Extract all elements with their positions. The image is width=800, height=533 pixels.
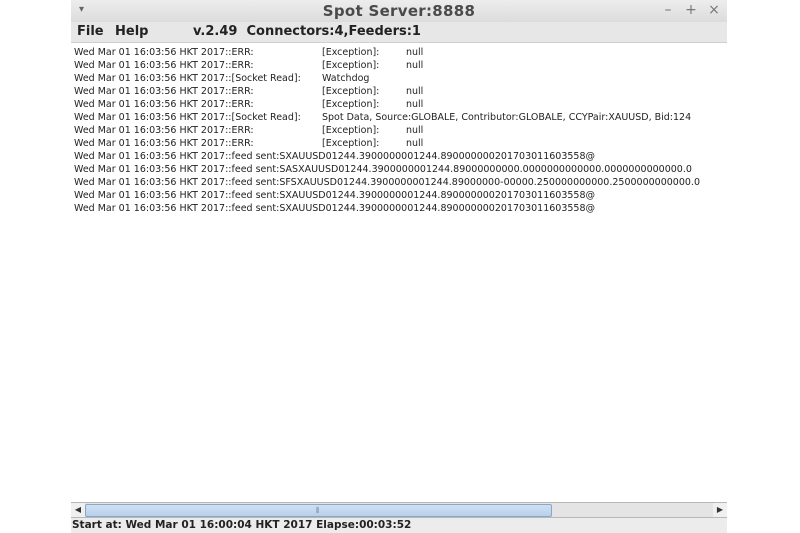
log-stamp: Wed Mar 01 16:03:56 HKT 2017::feed sent:… [74, 177, 700, 188]
scrollbar-grip-icon: ⦀ [316, 506, 319, 515]
scroll-right-arrow-icon[interactable]: ▶ [713, 503, 727, 517]
log-stamp: Wed Mar 01 16:03:56 HKT 2017::ERR: [74, 47, 254, 58]
maximize-icon[interactable]: + [682, 2, 700, 18]
title-bar[interactable]: ▾ Spot Server:8888 – + × [71, 0, 727, 23]
menu-file[interactable]: File [77, 24, 104, 39]
log-stamp: Wed Mar 01 16:03:56 HKT 2017::ERR: [74, 125, 254, 136]
log-output-area[interactable]: Wed Mar 01 16:03:56 HKT 2017::ERR: [Exce… [71, 44, 727, 502]
log-stamp: Wed Mar 01 16:03:56 HKT 2017::[Socket Re… [74, 73, 301, 84]
log-message: null [406, 86, 424, 97]
scrollbar-thumb[interactable]: ⦀ [85, 504, 552, 517]
log-stamp: Wed Mar 01 16:03:56 HKT 2017::feed sent:… [74, 164, 692, 175]
log-message: null [406, 99, 424, 110]
log-message: null [406, 125, 424, 136]
log-stamp: Wed Mar 01 16:03:56 HKT 2017::ERR: [74, 138, 254, 149]
minimize-icon[interactable]: – [659, 2, 677, 18]
log-type: [Exception]: [322, 99, 380, 110]
status-text: Start at: Wed Mar 01 16:00:04 HKT 2017 E… [72, 519, 412, 531]
log-message: null [406, 47, 424, 58]
spot-server-window: ▾ Spot Server:8888 – + × File Help v.2.4… [71, 0, 727, 533]
log-type: [Exception]: [322, 60, 380, 71]
log-type: Watchdog [322, 73, 370, 84]
close-icon[interactable]: × [705, 2, 723, 18]
log-stamp: Wed Mar 01 16:03:56 HKT 2017::[Socket Re… [74, 112, 301, 123]
log-message: null [406, 138, 424, 149]
log-message: null [406, 60, 424, 71]
log-stamp: Wed Mar 01 16:03:56 HKT 2017::ERR: [74, 99, 254, 110]
log-stamp: Wed Mar 01 16:03:56 HKT 2017::feed sent:… [74, 151, 596, 162]
status-bar: Start at: Wed Mar 01 16:00:04 HKT 2017 E… [71, 518, 727, 533]
log-stamp: Wed Mar 01 16:03:56 HKT 2017::ERR: [74, 86, 254, 97]
log-type: Spot Data, Source:GLOBALE, Contributor:G… [322, 112, 692, 123]
scroll-left-arrow-icon[interactable]: ◀ [71, 503, 85, 517]
log-stamp: Wed Mar 01 16:03:56 HKT 2017::ERR: [74, 60, 254, 71]
window-title: Spot Server:8888 [322, 2, 476, 20]
log-type: [Exception]: [322, 47, 380, 58]
log-stamp: Wed Mar 01 16:03:56 HKT 2017::feed sent:… [74, 203, 596, 214]
menu-help[interactable]: Help [115, 24, 148, 39]
log-type: [Exception]: [322, 138, 380, 149]
log-type: [Exception]: [322, 125, 380, 136]
log-stamp: Wed Mar 01 16:03:56 HKT 2017::feed sent:… [74, 190, 596, 201]
horizontal-scrollbar[interactable]: ◀ ⦀ ▶ [71, 502, 727, 518]
menu-bar: File Help v.2.49 Connectors:4,Feeders:1 [71, 22, 727, 43]
server-status-text: v.2.49 Connectors:4,Feeders:1 [193, 24, 421, 39]
log-type: [Exception]: [322, 86, 380, 97]
